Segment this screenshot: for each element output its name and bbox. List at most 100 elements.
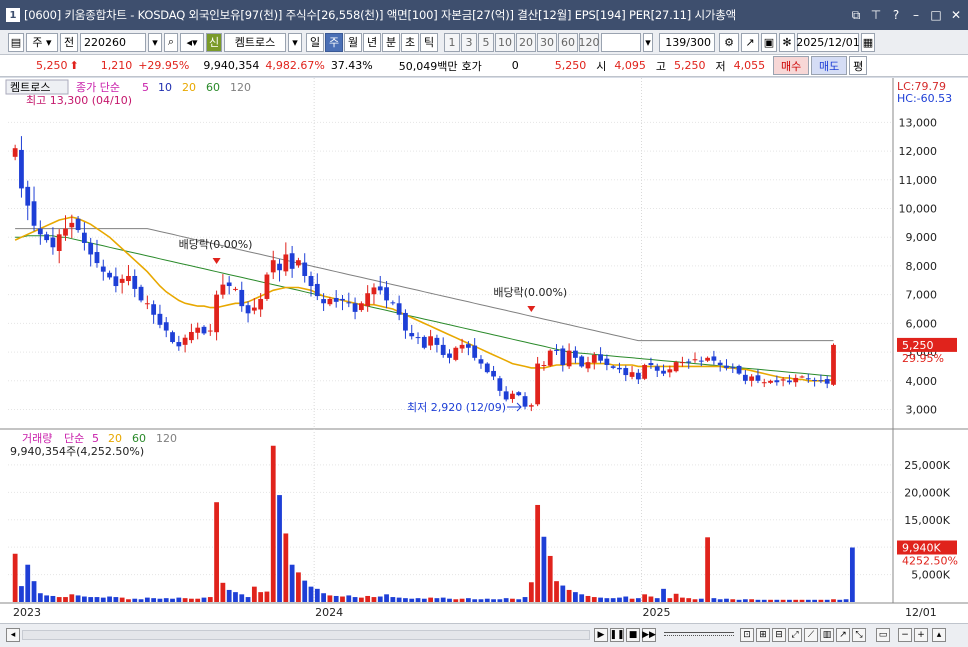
volume-bar xyxy=(843,599,849,602)
zoom-fit-icon[interactable]: ⊡ xyxy=(740,628,754,642)
close-icon[interactable]: ✕ xyxy=(948,7,964,23)
pin-icon[interactable]: ⊤ xyxy=(868,7,884,23)
candle-body xyxy=(251,307,257,311)
fullscreen-icon[interactable]: ⤡ xyxy=(852,628,866,642)
candle-body xyxy=(371,287,377,295)
candle-body xyxy=(88,242,94,255)
zoom-in-icon[interactable]: + xyxy=(914,628,928,642)
gear-icon[interactable]: ✻ xyxy=(779,32,795,52)
zoom-out-icon[interactable]: − xyxy=(898,628,912,642)
minimize-icon[interactable]: – xyxy=(908,7,924,23)
type-select[interactable]: 주 ▾ xyxy=(26,32,58,52)
volume-bar xyxy=(100,597,106,602)
chart-tool-icon[interactable]: ↗ xyxy=(741,32,759,52)
volume-bar xyxy=(698,598,704,602)
stock-code-input[interactable]: 220260 xyxy=(80,32,146,52)
dividend-label: 배당락(0.00%) xyxy=(493,286,567,299)
play-icon[interactable]: ▶ xyxy=(594,628,608,642)
trend-icon[interactable]: ↗ xyxy=(836,628,850,642)
sell-button[interactable]: 매도 xyxy=(811,56,848,75)
scroll-track[interactable] xyxy=(22,630,590,640)
candle-body xyxy=(799,376,805,378)
interval-button-1[interactable]: 1 xyxy=(444,32,460,52)
candle-body xyxy=(44,234,50,241)
help-icon[interactable]: ? xyxy=(888,7,904,23)
scroll-left-icon[interactable]: ◂ xyxy=(6,628,20,642)
min-price-label: 최저 2,920 (12/09) xyxy=(407,401,506,414)
interval-button-30[interactable]: 30 xyxy=(537,32,557,52)
date-field[interactable]: 2025/12/01 xyxy=(796,32,860,52)
volume-bar xyxy=(302,580,308,602)
candle-body xyxy=(730,367,736,369)
interval-button-120[interactable]: 120 xyxy=(579,32,600,52)
line-icon[interactable]: ⟋ xyxy=(804,628,818,642)
candle-body xyxy=(302,262,308,276)
interval-button-10[interactable]: 10 xyxy=(495,32,515,52)
count-field[interactable]: 139/300 xyxy=(659,32,715,52)
minimize-chart-icon[interactable]: ▭ xyxy=(876,628,890,642)
x-axis-label: 2024 xyxy=(315,606,343,619)
expand-icon[interactable]: ⤢ xyxy=(788,628,802,642)
candle-body xyxy=(554,349,559,351)
save-icon[interactable]: ▣ xyxy=(761,32,777,52)
scroll-bar[interactable]: ◂ ▶ ❚❚ ■ ▶▶ ⊡ ⊞ ⊟ ⤢ ⟋ ▥ ↗ ⤡ ▭ − + ▴ xyxy=(0,623,968,647)
volume-bar xyxy=(421,598,427,602)
pyeong-button[interactable]: 평 xyxy=(849,56,868,75)
interval-button-3[interactable]: 3 xyxy=(461,32,477,52)
tool-icon[interactable]: ⚙ xyxy=(719,32,739,52)
pause-icon[interactable]: ❚❚ xyxy=(609,628,625,642)
scroll-up-icon[interactable]: ▴ xyxy=(932,628,946,642)
grid-icon[interactable]: ⊟ xyxy=(772,628,786,642)
candle-body xyxy=(610,366,616,368)
price-tick-label: 11,000 xyxy=(899,174,938,187)
volume-legend-name: 거래량 xyxy=(22,432,52,445)
prev-button[interactable]: 전 xyxy=(60,32,78,52)
bars-icon[interactable]: ▥ xyxy=(820,628,834,642)
interval-button-60[interactable]: 60 xyxy=(558,32,578,52)
volume-bar xyxy=(459,598,465,602)
volume-bar xyxy=(75,595,81,602)
candle-body xyxy=(245,305,251,314)
candle-body xyxy=(598,354,603,361)
period-tab-3[interactable]: 년 xyxy=(363,32,381,52)
period-tab-2[interactable]: 월 xyxy=(344,32,362,52)
ffwd-icon[interactable]: ▶▶ xyxy=(642,628,656,642)
zoom-slider[interactable] xyxy=(664,632,734,636)
volume-value: 9,940,354 xyxy=(203,59,260,72)
volume-info: 9,940,354주(4,252.50%) xyxy=(10,445,144,458)
candle-body xyxy=(403,312,408,331)
interval-button-20[interactable]: 20 xyxy=(516,32,536,52)
candle-body xyxy=(182,337,188,345)
volume-legend-ma-label: 단순 xyxy=(64,432,84,445)
candle-body xyxy=(654,366,660,371)
price-tick-label: 4,000 xyxy=(906,375,938,388)
volume-bar xyxy=(749,599,755,602)
code-dropdown-icon[interactable]: ▾ xyxy=(148,32,162,52)
sound-icon[interactable]: ◂▾ xyxy=(180,32,204,52)
restore-icon[interactable]: ⧉ xyxy=(848,7,864,23)
custom-dropdown-icon[interactable]: ▾ xyxy=(643,32,653,52)
period-tab-6[interactable]: 틱 xyxy=(420,32,438,52)
volume-tick-label: 15,000K xyxy=(904,514,950,527)
zoom-box-icon[interactable]: ⊞ xyxy=(756,628,770,642)
search-icon[interactable]: ⌕ xyxy=(164,32,178,52)
stop-icon[interactable]: ■ xyxy=(626,628,640,642)
settings-icon[interactable]: ▤ xyxy=(8,32,24,52)
candle-body xyxy=(119,278,125,283)
candle-body xyxy=(717,362,723,366)
period-tab-0[interactable]: 일 xyxy=(306,32,324,52)
candle-body xyxy=(824,379,830,384)
chart-svg[interactable]: 3,0004,0005,0006,0007,0008,0009,00010,00… xyxy=(0,78,968,623)
custom-period-input[interactable] xyxy=(601,32,641,52)
name-dropdown-icon[interactable]: ▾ xyxy=(288,32,302,52)
low-value: 4,055 xyxy=(733,59,766,72)
period-tab-4[interactable]: 분 xyxy=(382,32,400,52)
interval-button-5[interactable]: 5 xyxy=(478,32,494,52)
volume-bar xyxy=(503,598,509,602)
buy-button[interactable]: 매수 xyxy=(773,56,810,75)
chart-area[interactable]: 3,000 4,000 5,000 6,000 7,000 8,000 9,000 10,00… xyxy=(0,78,968,623)
period-tab-5[interactable]: 초 xyxy=(401,32,419,52)
maximize-icon[interactable]: □ xyxy=(928,7,944,23)
period-tab-1[interactable]: 주 xyxy=(325,32,343,52)
calendar-icon[interactable]: ▦ xyxy=(861,32,875,52)
